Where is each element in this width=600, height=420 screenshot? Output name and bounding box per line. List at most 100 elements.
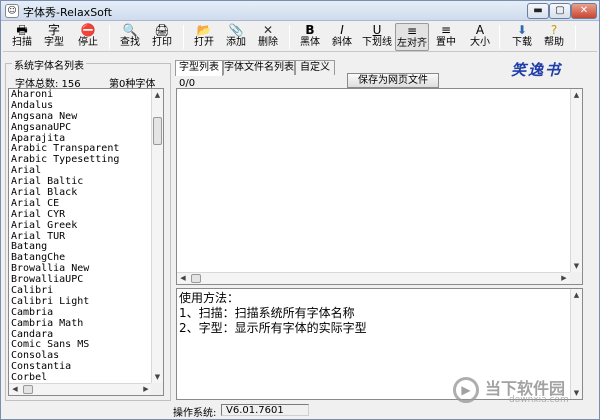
font-list-item[interactable]: AngsanaUPC: [9, 122, 152, 133]
size-label: 大小: [470, 37, 490, 48]
title-bar[interactable]: ☺ 字体秀-RelaxSoft ▬ ▢ ✕: [1, 1, 599, 21]
os-label: 操作系统:: [173, 408, 217, 419]
font-list-hscrollbar[interactable]: ◀ ▶: [9, 383, 152, 395]
minimize-button[interactable]: ▬: [527, 3, 549, 19]
glyph-button[interactable]: 字字型: [39, 23, 69, 51]
scroll-right-icon[interactable]: ▶: [558, 273, 570, 284]
underline-icon: U: [372, 23, 382, 37]
underline-button[interactable]: U 下划线: [359, 23, 395, 51]
align-left-label: 左对齐: [397, 38, 427, 49]
tab-custom[interactable]: 自定义: [295, 60, 335, 75]
hscroll-thumb[interactable]: [23, 385, 33, 394]
hscroll-thumb[interactable]: [191, 274, 201, 283]
font-list-items: Aharoni Andalus Angsana New AngsanaUPC Apara…: [9, 89, 152, 383]
scroll-down-icon[interactable]: ▼: [571, 260, 582, 272]
font-list-item[interactable]: Comic Sans MS: [9, 339, 152, 351]
open-label: 打开: [194, 37, 214, 48]
font-list[interactable]: Aharoni Andalus Angsana New AngsanaUPC Apara…: [8, 88, 164, 396]
font-list-item[interactable]: Constantia: [9, 361, 152, 372]
toolbar-separator: [289, 25, 290, 49]
scroll-left-icon[interactable]: ◀: [9, 384, 21, 395]
stop-button[interactable]: ⛔ 停止: [73, 23, 103, 51]
font-list-item[interactable]: Arial TUR: [9, 231, 152, 242]
printer-icon: 🖶: [16, 23, 28, 37]
bold-button[interactable]: B 黑体: [295, 23, 325, 51]
scroll-up-icon[interactable]: ▲: [152, 89, 163, 101]
scroll-corner: [570, 272, 582, 284]
logo-signature: 笑逸书: [511, 61, 563, 79]
bold-icon: B: [305, 23, 315, 37]
font-list-item[interactable]: Cambria Math: [9, 318, 152, 329]
toolbar-separator: [109, 25, 110, 49]
font-list-vscrollbar[interactable]: ▲ ▼: [151, 89, 163, 383]
font-list-item[interactable]: BatangChe: [9, 252, 152, 263]
scroll-down-icon[interactable]: ▼: [152, 371, 163, 383]
delete-icon: ✕: [262, 23, 274, 37]
font-list-item[interactable]: Candara: [9, 329, 152, 340]
size-button[interactable]: A 大小: [465, 23, 495, 51]
font-list-item[interactable]: Aparajita: [9, 133, 152, 144]
scan-button[interactable]: 🖶 扫描: [7, 23, 37, 51]
find-button[interactable]: 🔍 查找: [115, 23, 145, 51]
font-list-item[interactable]: Browallia New: [9, 263, 152, 274]
watermark: ▶ 当下软件园 downxia.com: [453, 373, 593, 413]
italic-button[interactable]: I 斜体: [327, 23, 357, 51]
font-list-item[interactable]: Calibri Light: [9, 296, 152, 307]
italic-icon: I: [340, 23, 344, 37]
font-list-item[interactable]: Arial: [9, 165, 152, 176]
maximize-button[interactable]: ▢: [549, 3, 571, 19]
paperclip-icon: 📎: [228, 23, 244, 37]
align-left-icon: ≡: [406, 24, 418, 38]
tab-glyph-list[interactable]: 字型列表: [175, 60, 223, 76]
font-list-item[interactable]: Angsana New: [9, 111, 152, 122]
os-version: V6.01.7601: [221, 404, 309, 416]
font-list-item[interactable]: Consolas: [9, 350, 152, 361]
scroll-thumb[interactable]: [153, 117, 162, 145]
font-list-item[interactable]: Calibri: [9, 285, 152, 296]
tab-font-file-list[interactable]: 字体文件名列表: [223, 60, 295, 75]
font-list-item[interactable]: Arial CE: [9, 198, 152, 209]
font-list-item[interactable]: BrowalliaUPC: [9, 274, 152, 285]
font-list-item[interactable]: Arial Black: [9, 187, 152, 198]
font-list-item[interactable]: Andalus: [9, 100, 152, 111]
font-list-item[interactable]: Arabic Transparent: [9, 143, 152, 155]
add-button[interactable]: 📎 添加: [221, 23, 251, 51]
toolbar-separator: [575, 25, 576, 49]
font-list-item[interactable]: Arial Greek: [9, 220, 152, 231]
font-size-icon: A: [475, 23, 485, 37]
scroll-left-icon[interactable]: ◀: [177, 273, 189, 284]
close-button[interactable]: ✕: [571, 3, 597, 19]
align-left-button[interactable]: ≡ 左对齐: [395, 23, 429, 51]
scroll-up-icon[interactable]: ▲: [571, 89, 582, 101]
font-list-item[interactable]: Arial CYR: [9, 209, 152, 220]
toolbar-separator: [499, 25, 500, 49]
preview-vscrollbar[interactable]: ▲ ▼: [570, 89, 582, 272]
toolbar: 🖶 扫描字字型 ⛔ 停止 🔍 查找 🖨 打印 📂 打开 📎 添加 ✕ 删除 B 黑体 I 斜体 U 下划线 ≡ 左对齐 ≡ 置…: [3, 22, 597, 52]
preview-hscrollbar[interactable]: ◀ ▶: [177, 272, 570, 284]
glyph-label: 字型: [44, 37, 64, 48]
bold-label: 黑体: [300, 37, 320, 48]
delete-button[interactable]: ✕ 删除: [253, 23, 283, 51]
usage-line: 1、扫描：扫描系统所有字体名称: [179, 306, 355, 320]
font-list-item[interactable]: Cambria: [9, 307, 152, 318]
download-button[interactable]: ⬇ 下载: [507, 23, 537, 51]
font-list-item[interactable]: Arabic Typesetting: [9, 154, 152, 165]
app-icon: ☺: [5, 4, 19, 18]
open-button[interactable]: 📂 打开: [189, 23, 219, 51]
glyph-preview-area[interactable]: ▲ ▼ ◀ ▶: [176, 88, 583, 285]
save-as-webpage-button[interactable]: 保存为网页文件: [347, 73, 439, 88]
font-list-item[interactable]: Aharoni: [9, 89, 152, 100]
help-label: 帮助: [544, 37, 564, 48]
font-list-item[interactable]: Arial Baltic: [9, 176, 152, 187]
scroll-up-icon[interactable]: ▲: [571, 289, 582, 301]
font-list-item[interactable]: Corbel: [9, 372, 152, 383]
usage-line: 2、字型：显示所有字体的实际字型: [179, 321, 367, 335]
center-button[interactable]: ≡ 置中: [431, 23, 461, 51]
help-button[interactable]: ? 帮助: [539, 23, 569, 51]
font-list-item[interactable]: Batang: [9, 241, 152, 253]
center-label: 置中: [436, 37, 456, 48]
download-label: 下载: [512, 37, 532, 48]
glyph-icon: 字: [47, 23, 60, 37]
delete-label: 删除: [258, 37, 278, 48]
print-button[interactable]: 🖨 打印: [147, 23, 177, 51]
